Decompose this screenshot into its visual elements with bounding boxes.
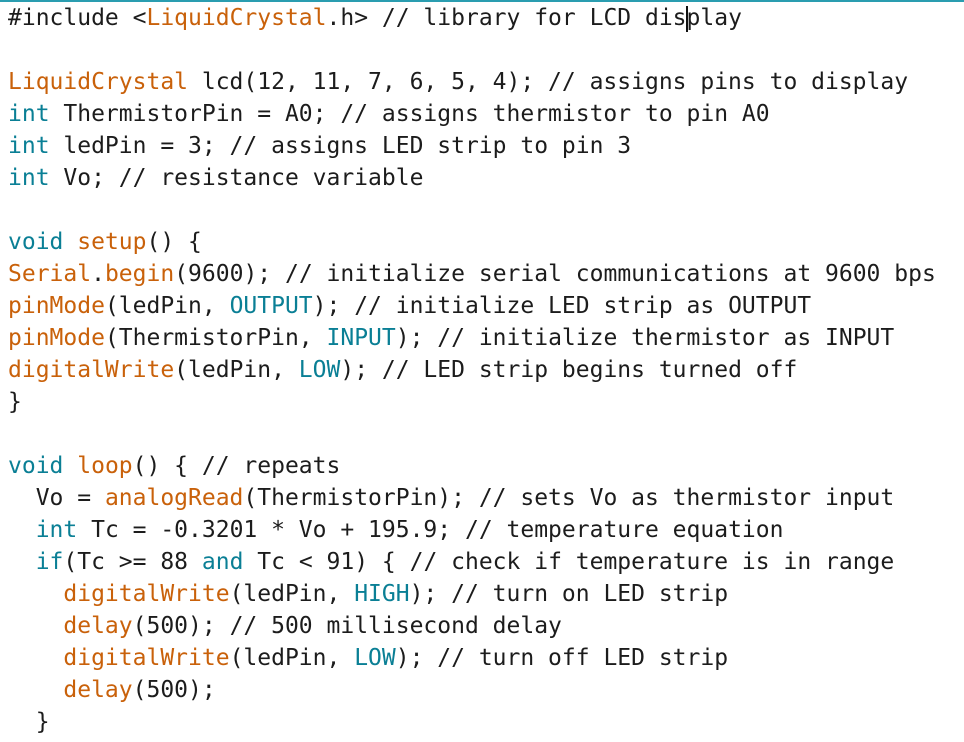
- code-token: begin: [104, 261, 175, 287]
- code-token: pinMode: [8, 293, 105, 319]
- code-token: void: [8, 229, 64, 255]
- code-token: and: [201, 549, 244, 575]
- code-token: Serial: [8, 261, 92, 287]
- code-token: LOW: [298, 357, 341, 383]
- code-token: pinMode: [8, 325, 105, 351]
- code-line[interactable]: digitalWrite(ledPin, HIGH); // turn on L…: [8, 578, 958, 610]
- code-editor[interactable]: #include <LiquidCrystal.h> // library fo…: [8, 2, 958, 738]
- code-token: ); // turn on LED strip: [409, 581, 729, 607]
- code-line[interactable]: int Tc = -0.3201 * Vo + 195.9; // temper…: [8, 514, 958, 546]
- code-token: #include: [8, 5, 133, 31]
- code-token: (ledPin,: [104, 293, 230, 319]
- code-token: (ThermistorPin); // sets Vo as thermisto…: [243, 485, 895, 511]
- code-line[interactable]: Serial.begin(9600); // initialize serial…: [8, 258, 958, 290]
- code-token: () {: [146, 229, 202, 255]
- code-token: ); // initialize LED strip as OUTPUT: [312, 293, 812, 319]
- code-token: LiquidCrystal: [8, 69, 189, 95]
- code-token: delay: [63, 677, 133, 703]
- code-token: Tc < 91) { // check if temperature is in…: [243, 549, 895, 575]
- code-token: LiquidCrystal: [146, 5, 327, 31]
- code-token: INPUT: [326, 325, 396, 351]
- code-token: digitalWrite: [8, 357, 175, 383]
- code-token: ledPin = 3; // assigns LED strip to pin …: [49, 133, 632, 159]
- code-token: digitalWrite: [63, 645, 230, 671]
- code-line[interactable]: pinMode(ledPin, OUTPUT); // initialize L…: [8, 290, 958, 322]
- code-token: loop: [77, 453, 133, 479]
- code-token: (500);: [132, 677, 216, 703]
- code-token: (9600); // initialize serial communicati…: [174, 261, 936, 287]
- code-token: .: [91, 261, 105, 287]
- code-token: Tc = -0.3201 * Vo + 195.9; // temperatur…: [77, 517, 784, 543]
- code-line[interactable]: int ledPin = 3; // assigns LED strip to …: [8, 130, 958, 162]
- code-token: ThermistorPin = A0; // assigns thermisto…: [49, 101, 770, 127]
- code-token: (ledPin,: [229, 581, 355, 607]
- code-line[interactable]: void setup() {: [8, 226, 958, 258]
- code-line[interactable]: [8, 418, 958, 450]
- code-line[interactable]: void loop() { // repeats: [8, 450, 958, 482]
- code-token: ); // LED strip begins turned off: [340, 357, 798, 383]
- code-token: int: [8, 101, 50, 127]
- code-token: Vo; // resistance variable: [49, 165, 424, 191]
- code-token: void: [8, 453, 64, 479]
- code-line[interactable]: Vo = analogRead(ThermistorPin); // sets …: [8, 482, 958, 514]
- code-token: ); // turn off LED strip: [395, 645, 729, 671]
- code-line[interactable]: int Vo; // resistance variable: [8, 162, 958, 194]
- code-line[interactable]: delay(500);: [8, 674, 958, 706]
- code-line[interactable]: }: [8, 706, 958, 738]
- code-line[interactable]: int ThermistorPin = A0; // assigns therm…: [8, 98, 958, 130]
- code-token: (ledPin,: [174, 357, 299, 383]
- code-line[interactable]: digitalWrite(ledPin, LOW); // LED strip …: [8, 354, 958, 386]
- code-token: delay: [63, 613, 133, 639]
- code-token: analogRead: [104, 485, 244, 511]
- code-token: Vo =: [8, 485, 105, 511]
- code-token: <: [132, 5, 147, 31]
- code-token: (ThermistorPin,: [104, 325, 327, 351]
- code-token: () { // repeats: [132, 453, 341, 479]
- code-token: if: [35, 549, 64, 575]
- code-token: .h> // library for LCD dis: [326, 5, 687, 31]
- code-line[interactable]: #include <LiquidCrystal.h> // library fo…: [8, 2, 958, 34]
- code-token: HIGH: [354, 581, 410, 607]
- code-token: lcd(12, 11, 7, 6, 5, 4); // assigns pins…: [188, 69, 909, 95]
- code-token: int: [8, 133, 50, 159]
- code-token: setup: [77, 229, 147, 255]
- code-token: LOW: [354, 645, 396, 671]
- code-line[interactable]: pinMode(ThermistorPin, INPUT); // initia…: [8, 322, 958, 354]
- code-line[interactable]: if(Tc >= 88 and Tc < 91) { // check if t…: [8, 546, 958, 578]
- code-token: (ledPin,: [229, 645, 355, 671]
- code-line[interactable]: LiquidCrystal lcd(12, 11, 7, 6, 5, 4); /…: [8, 66, 958, 98]
- code-line[interactable]: delay(500); // 500 millisecond delay: [8, 610, 958, 642]
- code-line[interactable]: digitalWrite(ledPin, LOW); // turn off L…: [8, 642, 958, 674]
- code-token: (Tc >= 88: [63, 549, 202, 575]
- code-token: int: [8, 165, 50, 191]
- code-token: }: [8, 709, 50, 735]
- code-token: ); // initialize thermistor as INPUT: [395, 325, 895, 351]
- code-line[interactable]: [8, 194, 958, 226]
- code-line[interactable]: [8, 34, 958, 66]
- code-line[interactable]: }: [8, 386, 958, 418]
- code-token: }: [8, 389, 22, 415]
- code-token: play: [686, 5, 742, 31]
- code-token: (500); // 500 millisecond delay: [132, 613, 562, 639]
- code-token: OUTPUT: [229, 293, 313, 319]
- code-token: digitalWrite: [63, 581, 230, 607]
- code-token: int: [35, 517, 78, 543]
